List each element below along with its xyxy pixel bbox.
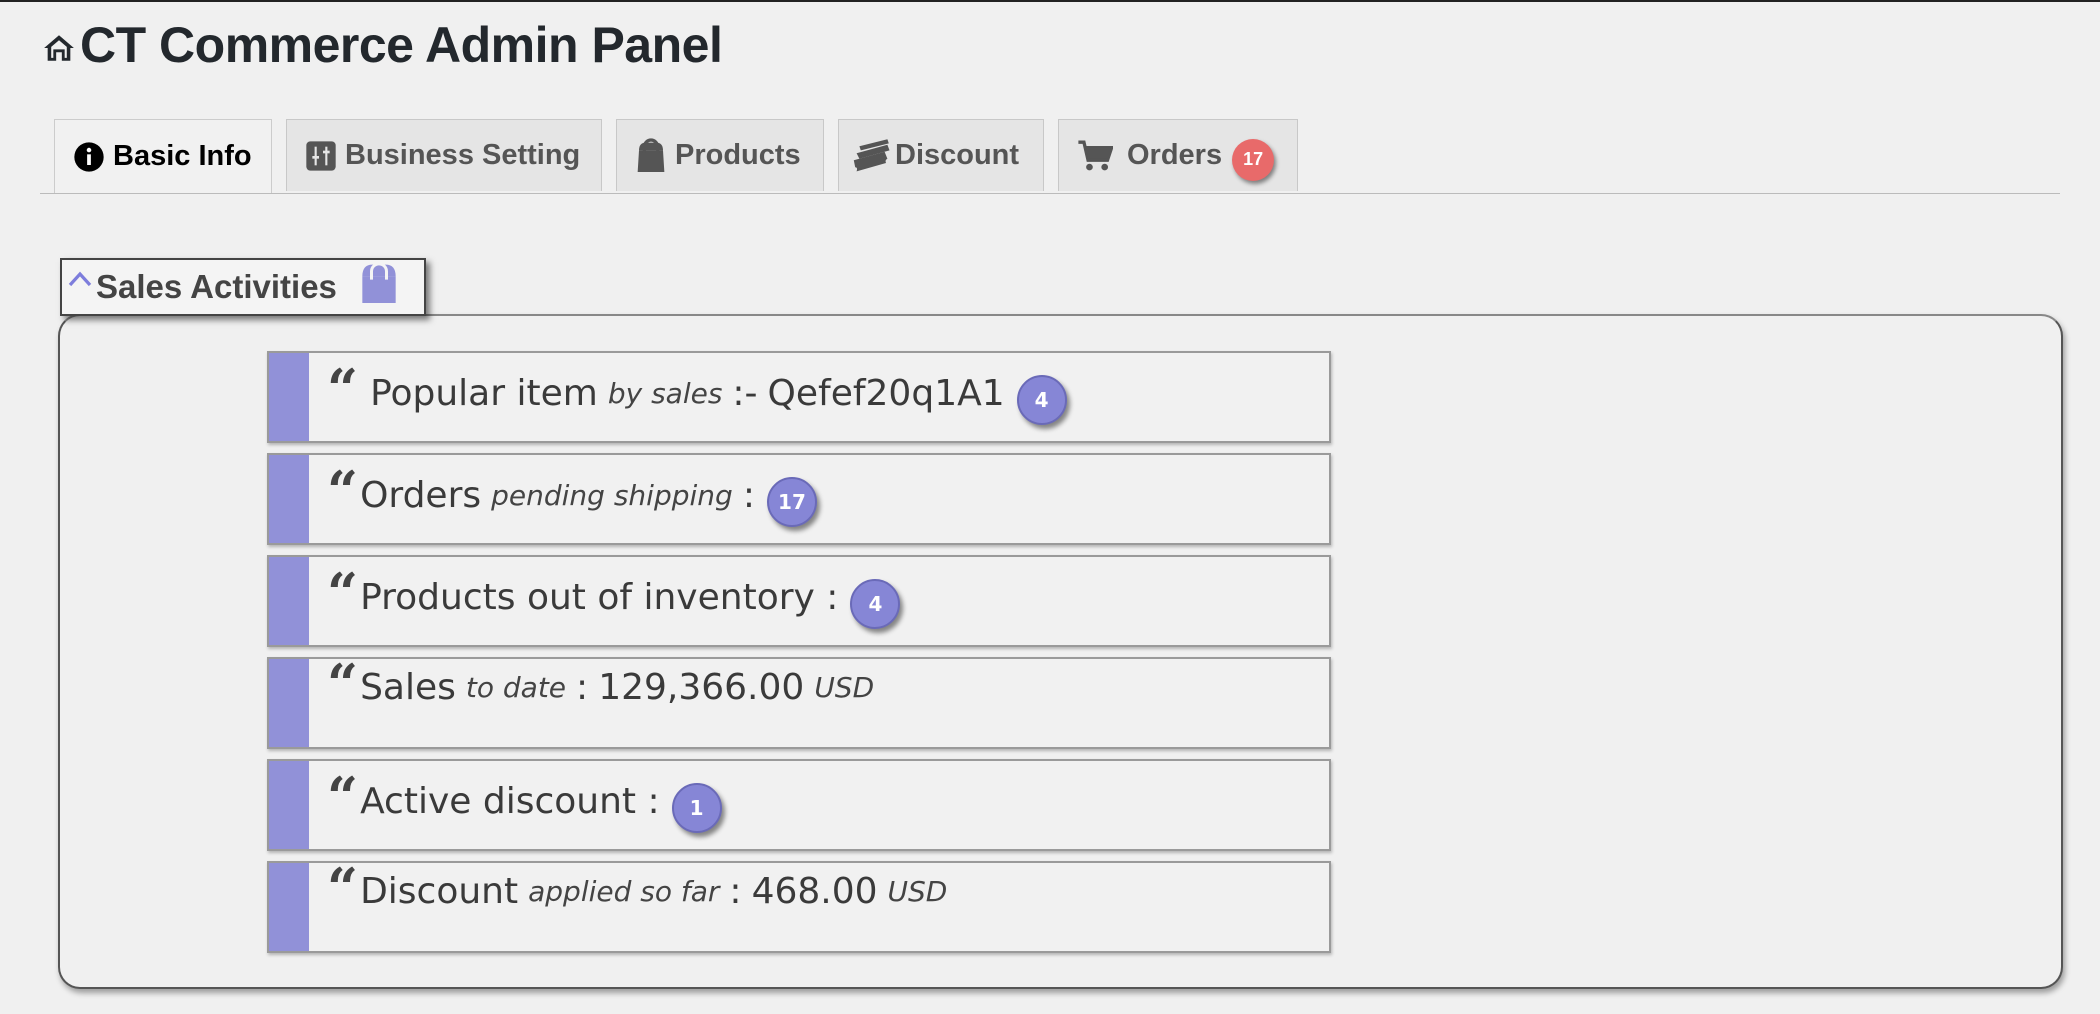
sales-to-date-card: “ Sales to date : 129,366.00 USD: [267, 657, 1331, 749]
tab-bar: Basic Info Business Setting Products Dis…: [40, 119, 2060, 194]
stat-label: Popular item: [370, 372, 598, 414]
active-discount-card: “ Active discount : 1: [267, 759, 1331, 851]
section-title: Sales Activities: [96, 268, 337, 305]
info-icon: [73, 141, 105, 173]
stat-qualifier: to date: [465, 671, 567, 704]
orders-count-badge: 17: [1232, 138, 1275, 181]
quote-icon: “: [327, 561, 359, 625]
stat-qualifier: by sales: [607, 376, 723, 410]
tab-label: Products: [675, 139, 801, 171]
stat-qualifier: pending shipping: [491, 478, 733, 512]
tab-label: Basic Info: [113, 140, 252, 172]
quote-icon: “: [327, 855, 359, 920]
pending-orders-card: “ Orders pending shipping : 17: [267, 453, 1331, 545]
stat-label: Discount: [360, 871, 519, 912]
stat-label: Active discount :: [360, 780, 660, 822]
accent-bar: [269, 863, 309, 951]
out-of-inventory-card: “ Products out of inventory : 4: [267, 555, 1331, 647]
count-badge: 1: [671, 783, 722, 833]
stat-separator: :: [742, 474, 755, 516]
page-title: CT Commerce Admin Panel: [80, 17, 723, 73]
quote-icon: “: [327, 765, 359, 829]
tab-basic-info[interactable]: Basic Info: [54, 119, 272, 193]
count-badge: 17: [766, 477, 817, 527]
tab-label: Business Setting: [345, 139, 581, 171]
accent-bar: [269, 659, 309, 747]
tab-discount[interactable]: Discount: [838, 119, 1044, 191]
page-header: CT Commerce Admin Panel: [42, 16, 723, 74]
stat-separator: :-: [732, 372, 758, 414]
tickets-icon: [851, 137, 893, 175]
currency-unit: USD: [887, 875, 948, 908]
stat-label: Orders: [360, 474, 482, 516]
tab-orders[interactable]: Orders 17: [1058, 119, 1298, 191]
stat-value: 468.00: [751, 871, 878, 912]
accent-bar: [269, 761, 309, 849]
chevron-up-icon: [68, 271, 92, 287]
quote-icon: “: [327, 651, 359, 716]
currency-unit: USD: [814, 671, 875, 704]
cart-icon: [1077, 139, 1113, 173]
popular-item-card: “ Popular item by sales :- Qefef20q1A1 4: [267, 351, 1331, 443]
tab-business-setting[interactable]: Business Setting: [286, 119, 602, 191]
stat-value: 129,366.00: [598, 667, 805, 708]
settings-icon: [305, 140, 337, 172]
home-icon: [44, 35, 74, 61]
stat-label: Products out of inventory :: [360, 576, 839, 618]
sales-activities-toggle[interactable]: Sales Activities: [60, 258, 426, 316]
accent-bar: [269, 353, 309, 441]
popular-item-name: Qefef20q1A1: [767, 372, 1005, 414]
stat-separator: :: [576, 667, 589, 708]
bag-icon: [359, 261, 399, 313]
stat-qualifier: applied so far: [528, 875, 720, 908]
quote-icon: “: [327, 357, 359, 421]
tab-label: Orders: [1127, 139, 1223, 171]
tab-products[interactable]: Products: [616, 119, 824, 191]
count-badge: 4: [1016, 375, 1067, 425]
bag-icon: [635, 137, 667, 174]
tab-label: Discount: [895, 139, 1020, 171]
stat-label: Sales: [360, 667, 456, 708]
accent-bar: [269, 455, 309, 543]
stat-separator: :: [729, 871, 742, 912]
accent-bar: [269, 557, 309, 645]
count-badge: 4: [850, 579, 901, 629]
quote-icon: “: [327, 459, 359, 523]
discount-applied-card: “ Discount applied so far : 468.00 USD: [267, 861, 1331, 953]
